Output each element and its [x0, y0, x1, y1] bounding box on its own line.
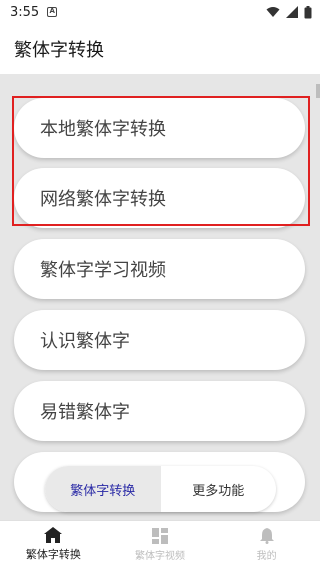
nav-label-convert: 繁体字转换 — [25, 548, 81, 561]
menu-item-study-video[interactable]: 繁体字学习视频 — [14, 239, 305, 299]
notification-icon: A — [47, 7, 58, 17]
status-time: 3:55 — [10, 4, 40, 20]
bottom-nav: 繁体字转换 繁体字视频 我的 — [0, 520, 320, 568]
bell-icon — [259, 527, 274, 544]
nav-item-mine[interactable]: 我的 — [213, 521, 320, 568]
status-icons — [266, 5, 312, 19]
scrollbar[interactable] — [316, 84, 320, 98]
nav-item-convert[interactable]: 繁体字转换 — [0, 521, 107, 568]
segment-convert[interactable]: 繁体字转换 — [45, 466, 161, 512]
nav-item-video[interactable]: 繁体字视频 — [107, 521, 214, 568]
app-bar: 繁体字转换 — [0, 24, 320, 74]
status-bar: 3:55 A — [0, 0, 320, 24]
segment-more-features[interactable]: 更多功能 — [161, 466, 277, 512]
nav-label-mine: 我的 — [256, 550, 277, 562]
menu-item-common-mistakes[interactable]: 易错繁体字 — [14, 381, 305, 441]
home-icon — [44, 527, 63, 543]
signal-icon — [286, 6, 298, 18]
page-title: 繁体字转换 — [14, 40, 104, 61]
grid-icon — [152, 527, 168, 544]
menu-item-learn-characters[interactable]: 认识繁体字 — [14, 310, 305, 370]
highlight-box — [12, 96, 310, 226]
menu-list[interactable]: 本地繁体字转换 网络繁体字转换 繁体字学习视频 认识繁体字 易错繁体字 — [0, 74, 320, 520]
segmented-control: 繁体字转换 更多功能 — [45, 466, 276, 512]
nav-label-video: 繁体字视频 — [135, 550, 185, 562]
battery-icon — [304, 5, 312, 18]
wifi-icon — [266, 7, 280, 17]
